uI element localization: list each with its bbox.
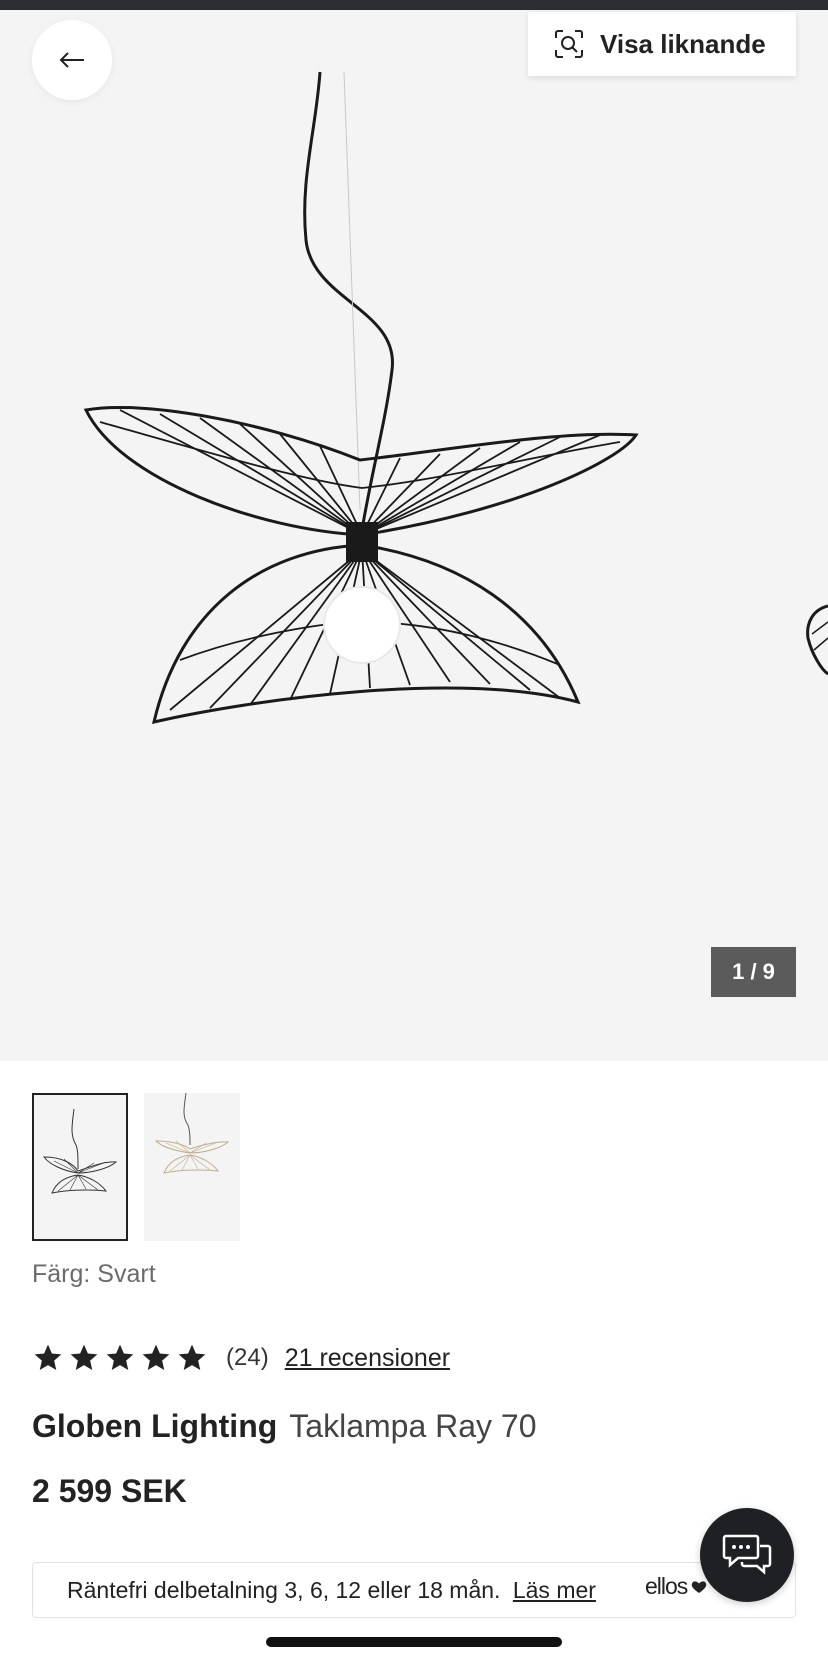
installment-description: Räntefri delbetalning 3, 6, 12 eller 18 …	[67, 1576, 501, 1603]
chat-bubbles-icon	[722, 1534, 772, 1575]
chat-button[interactable]	[700, 1508, 794, 1602]
product-image-gallery[interactable]: Visa liknande 1 / 9	[0, 10, 828, 1061]
color-label: Färg: Svart	[32, 1260, 156, 1288]
heart-icon	[692, 1580, 707, 1593]
visual-search-icon	[555, 30, 583, 58]
show-similar-label: Visa liknande	[600, 28, 766, 59]
brand-name[interactable]: Globen Lighting	[32, 1408, 277, 1444]
status-bar	[0, 0, 828, 10]
color-thumbnail-black[interactable]	[32, 1093, 128, 1241]
product-title: Globen Lighting Taklampa Ray 70	[32, 1408, 537, 1445]
home-indicator	[266, 1637, 562, 1647]
star-icon	[70, 1344, 98, 1370]
show-similar-button[interactable]: Visa liknande	[528, 12, 796, 76]
ellos-logo: ellos	[645, 1573, 707, 1600]
star-icon	[142, 1344, 170, 1370]
rating-count: (24)	[226, 1344, 269, 1371]
product-image	[83, 71, 828, 724]
installment-text: Räntefri delbetalning 3, 6, 12 eller 18 …	[67, 1577, 596, 1604]
back-button[interactable]	[32, 20, 112, 100]
star-icon	[178, 1344, 206, 1370]
image-counter: 1 / 9	[711, 947, 796, 997]
color-thumbnail-white[interactable]	[144, 1093, 240, 1241]
thumbnail-image	[42, 1108, 118, 1194]
thumbnail-image	[154, 1093, 230, 1174]
installment-banner: Räntefri delbetalning 3, 6, 12 eller 18 …	[32, 1562, 796, 1618]
product-name: Taklampa Ray 70	[289, 1408, 537, 1444]
star-rating	[32, 1342, 208, 1374]
product-price: 2 599 SEK	[32, 1473, 187, 1509]
read-more-link[interactable]: Läs mer	[513, 1577, 596, 1603]
rating-row: (24) 21 recensioner	[32, 1342, 450, 1374]
star-icon	[106, 1344, 134, 1370]
star-icon	[34, 1344, 62, 1370]
ellos-logo-text: ellos	[645, 1573, 688, 1599]
arrow-left-icon	[59, 52, 84, 68]
reviews-link[interactable]: 21 recensioner	[285, 1344, 450, 1373]
